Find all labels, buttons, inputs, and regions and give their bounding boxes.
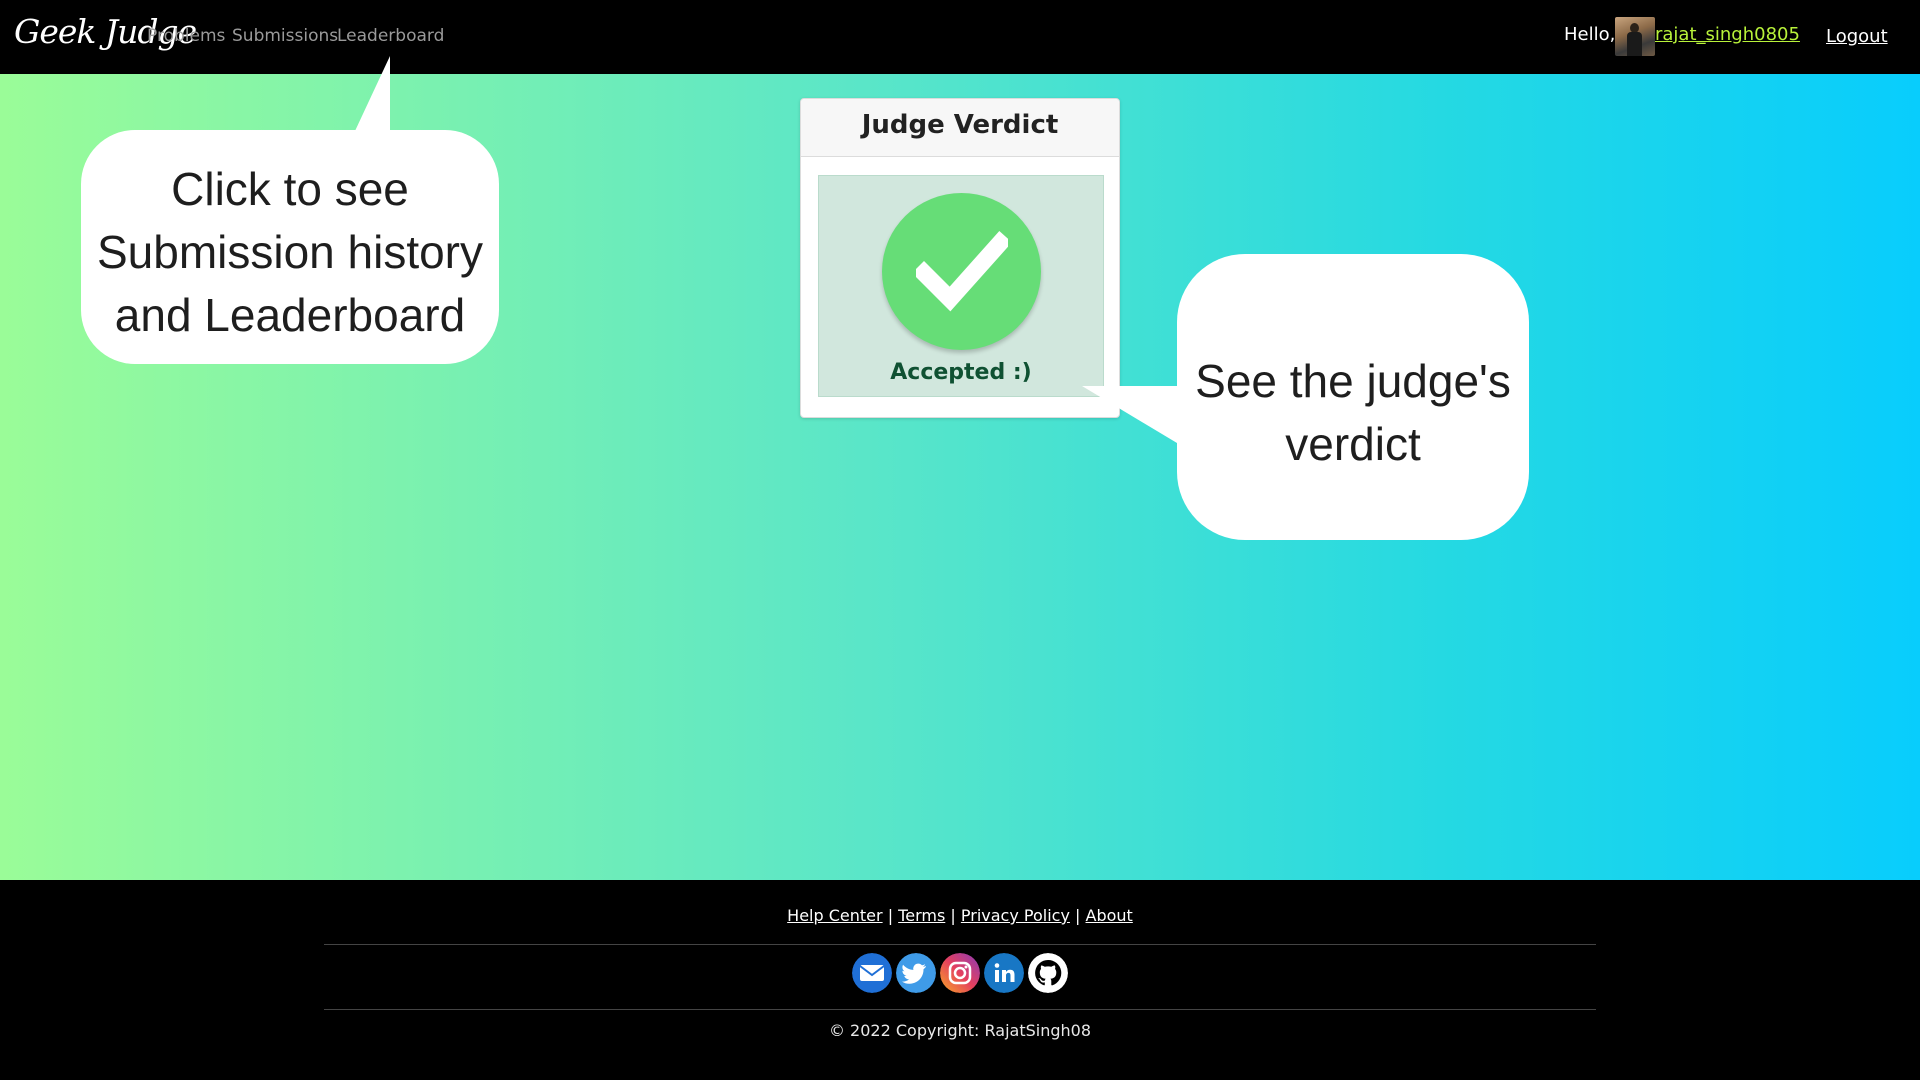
verdict-status-text: Accepted :) — [890, 360, 1032, 385]
footer-divider — [324, 1009, 1596, 1010]
footer-separator: | — [887, 906, 894, 925]
footer-link-help-center[interactable]: Help Center — [787, 906, 882, 925]
footer-links: Help Center | Terms | Privacy Policy | A… — [0, 906, 1920, 925]
callout-right-line-1: See the judge's — [1195, 355, 1511, 407]
avatar-figure-body — [1627, 32, 1642, 56]
logout-link[interactable]: Logout — [1826, 26, 1888, 47]
nav-link-submissions[interactable]: Submissions — [232, 26, 338, 46]
callout-left-line-2: Submission history — [96, 226, 484, 278]
github-icon[interactable] — [1028, 953, 1068, 993]
linkedin-icon[interactable] — [984, 953, 1024, 993]
main-content: Click to see Submission history and Lead… — [0, 56, 1920, 880]
footer-link-terms[interactable]: Terms — [898, 906, 945, 925]
callout-right-tail — [1082, 386, 1182, 446]
username-link[interactable]: rajat_singh0805 — [1655, 24, 1800, 45]
checkmark-glyph — [916, 231, 1008, 312]
copyright-text: © 2022 Copyright: RajatSingh08 — [828, 1021, 1092, 1040]
callout-submissions-leaderboard: Click to see Submission history and Lead… — [81, 130, 499, 364]
footer-link-about[interactable]: About — [1086, 906, 1133, 925]
greeting-text: Hello, — [1564, 24, 1616, 45]
navbar: Geek Judge Problems Submissions Leaderbo… — [0, 0, 1920, 74]
check-circle-icon — [882, 193, 1041, 350]
footer-link-privacy-policy[interactable]: Privacy Policy — [961, 906, 1070, 925]
footer-divider — [324, 944, 1596, 945]
callout-judge-verdict: See the judge's verdict — [1177, 254, 1529, 540]
callout-left-line-3: and Leaderboard — [114, 289, 466, 341]
verdict-status-box: Accepted :) — [818, 175, 1104, 397]
callout-left-line-1: Click to see — [171, 163, 409, 215]
nav-link-problems[interactable]: Problems — [147, 26, 225, 46]
footer-separator: | — [950, 906, 956, 925]
avatar[interactable] — [1615, 17, 1655, 56]
callout-right-line-2: verdict — [1285, 418, 1421, 470]
verdict-card: Judge Verdict Accepted :) — [800, 98, 1120, 418]
footer: Help Center | Terms | Privacy Policy | A… — [0, 880, 1920, 1080]
verdict-card-title: Judge Verdict — [801, 99, 1119, 157]
footer-separator: | — [1075, 906, 1081, 925]
twitter-icon[interactable] — [896, 953, 936, 993]
mail-icon[interactable] — [852, 953, 892, 993]
instagram-icon[interactable] — [940, 953, 980, 993]
nav-link-leaderboard[interactable]: Leaderboard — [337, 26, 444, 46]
